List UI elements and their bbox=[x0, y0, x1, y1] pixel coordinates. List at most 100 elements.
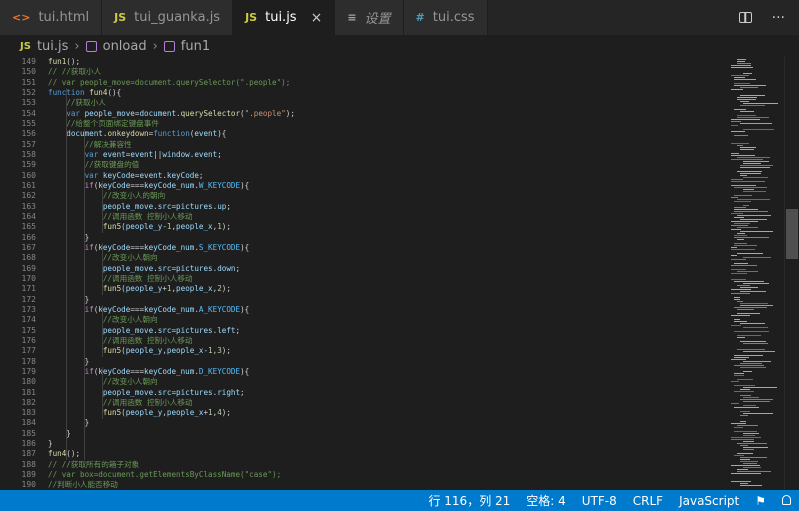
code-line[interactable]: //获取键盘的值 bbox=[48, 160, 724, 170]
tab-4[interactable]: # tui.css bbox=[403, 0, 488, 35]
code-line[interactable]: if(keyCode===keyCode_num.A_KEYCODE){ bbox=[48, 305, 724, 315]
end-of-line[interactable]: CRLF bbox=[633, 494, 663, 508]
minimap-line bbox=[734, 427, 743, 428]
code-line[interactable]: //调用函数 控制小人移动 bbox=[48, 336, 724, 346]
code-line[interactable]: var keyCode=event.keyCode; bbox=[48, 171, 724, 181]
feedback-icon[interactable]: ⚑ bbox=[755, 494, 766, 508]
code-line[interactable]: } bbox=[48, 418, 724, 428]
code-line[interactable]: people_move.src=pictures.right; bbox=[48, 388, 724, 398]
code-token: || bbox=[153, 149, 163, 159]
code-line[interactable]: //调用函数 控制小人移动 bbox=[48, 274, 724, 284]
split-editor-icon[interactable] bbox=[738, 12, 752, 23]
notifications-bell-icon[interactable] bbox=[782, 494, 791, 508]
code-line[interactable]: people_move.src=pictures.up; bbox=[48, 202, 724, 212]
code-token: onkeydown bbox=[107, 129, 149, 139]
code-token: } bbox=[48, 428, 71, 438]
minimap-line bbox=[731, 221, 758, 222]
code-line[interactable]: var event=event||window.event; bbox=[48, 150, 724, 160]
code-line[interactable]: if(keyCode===keyCode_num.D_KEYCODE){ bbox=[48, 367, 724, 377]
line-number: 150 bbox=[21, 67, 36, 77]
minimap-line bbox=[737, 335, 761, 336]
minimap[interactable] bbox=[727, 57, 785, 490]
code-token: D_KEYCODE bbox=[198, 366, 241, 376]
code-line[interactable]: function fun4(){ bbox=[48, 88, 724, 98]
scrollbar-thumb[interactable] bbox=[786, 209, 798, 259]
code-line[interactable]: var people_move=document.querySelector("… bbox=[48, 109, 724, 119]
cursor-position[interactable]: 行 116，列 21 bbox=[428, 492, 510, 509]
code-token: ); bbox=[285, 108, 295, 118]
minimap-line bbox=[734, 321, 747, 322]
code-token: people_y bbox=[125, 222, 163, 232]
css-file-icon: # bbox=[415, 11, 425, 24]
minimap-line bbox=[743, 447, 768, 448]
minimap-line bbox=[734, 83, 750, 84]
indentation-setting[interactable]: 空格: 4 bbox=[526, 492, 566, 509]
code-line[interactable]: people_move.src=pictures.down; bbox=[48, 264, 724, 274]
line-number: 172 bbox=[21, 294, 36, 304]
minimap-line bbox=[734, 243, 747, 244]
minimap-line bbox=[743, 371, 752, 372]
file-encoding[interactable]: UTF-8 bbox=[582, 494, 617, 508]
tab-0[interactable]: <> tui.html bbox=[0, 0, 103, 35]
minimap-line bbox=[734, 223, 750, 224]
code-token: people_move bbox=[48, 387, 154, 397]
code-line[interactable]: } bbox=[48, 357, 724, 367]
vertical-scrollbar[interactable] bbox=[784, 57, 799, 490]
breadcrumb-onload[interactable]: onload bbox=[103, 39, 147, 54]
code-line[interactable]: if(keyCode===keyCode_num.S_KEYCODE){ bbox=[48, 243, 724, 253]
code-line[interactable]: } bbox=[48, 439, 724, 449]
breadcrumb-fun1[interactable]: fun1 bbox=[181, 39, 210, 54]
more-actions-icon[interactable]: ··· bbox=[772, 10, 785, 26]
code-line[interactable]: //改变小人朝向 bbox=[48, 253, 724, 263]
code-line[interactable]: fun1(); bbox=[48, 57, 724, 67]
code-line[interactable]: //给整个页面绑定键盘事件 bbox=[48, 119, 724, 129]
minimap-line bbox=[734, 217, 744, 218]
line-number: 183 bbox=[21, 408, 36, 418]
code-line[interactable]: fun5(people_y-1,people_x,1); bbox=[48, 222, 724, 232]
language-mode[interactable]: JavaScript bbox=[679, 494, 739, 508]
breadcrumb-file[interactable]: tui.js bbox=[37, 39, 68, 54]
minimap-line bbox=[737, 97, 757, 98]
code-line[interactable]: if(keyCode===keyCode_num.W_KEYCODE){ bbox=[48, 181, 724, 191]
code-line[interactable]: document.onkeydown=function(event){ bbox=[48, 129, 724, 139]
line-number: 189 bbox=[21, 470, 36, 480]
code-line[interactable]: } bbox=[48, 233, 724, 243]
line-number: 165 bbox=[21, 222, 36, 232]
tab-2[interactable]: JS tui.js × bbox=[233, 0, 336, 35]
code-line[interactable]: fun5(people_y,people_x-1,3); bbox=[48, 346, 724, 356]
code-line[interactable]: //调用函数 控制小人移动 bbox=[48, 212, 724, 222]
minimap-line bbox=[740, 123, 772, 124]
tab-1[interactable]: JS tui_guanka.js bbox=[102, 0, 234, 35]
code-line[interactable]: people_move.src=pictures.left; bbox=[48, 326, 724, 336]
minimap-line bbox=[731, 75, 749, 76]
code-line[interactable]: // var people_move=document.querySelecto… bbox=[48, 78, 724, 88]
code-line[interactable]: //解决兼容性 bbox=[48, 140, 724, 150]
minimap-line bbox=[737, 227, 758, 228]
minimap-line bbox=[743, 73, 752, 74]
code-line[interactable]: //判断小人能否移动 bbox=[48, 480, 724, 490]
tab-3[interactable]: ≡ 设置 bbox=[335, 0, 404, 35]
minimap-line bbox=[737, 145, 743, 146]
minimap-line bbox=[734, 195, 752, 196]
code-line[interactable]: //调用函数 控制小人移动 bbox=[48, 398, 724, 408]
code-line[interactable]: // //获取所有的箱子对象 bbox=[48, 460, 724, 470]
minimap-line bbox=[737, 379, 753, 380]
code-line[interactable]: fun4(); bbox=[48, 449, 724, 459]
code-token: ); bbox=[221, 284, 231, 294]
code-line[interactable]: fun5(people_y,people_x+1,4); bbox=[48, 408, 724, 418]
code-line[interactable]: } bbox=[48, 295, 724, 305]
close-icon[interactable]: × bbox=[311, 10, 323, 26]
code-line[interactable]: fun5(people_y+1,people_x,2); bbox=[48, 284, 724, 294]
code-line[interactable]: // //获取小人 bbox=[48, 67, 724, 77]
code-line[interactable]: //改变小人朝向 bbox=[48, 377, 724, 387]
code-area[interactable]: fun1();// //获取小人// var people_move=docum… bbox=[48, 57, 724, 490]
minimap-line bbox=[743, 433, 759, 434]
code-editor[interactable]: 149 150 151 152 153 154 155 156 157 158 159 160 161 1… bbox=[0, 57, 799, 490]
code-line[interactable]: // var box=document.getElementsByClassNa… bbox=[48, 470, 724, 480]
code-line[interactable]: //改变小人的朝向 bbox=[48, 191, 724, 201]
code-line[interactable]: } bbox=[48, 429, 724, 439]
code-token: if bbox=[48, 180, 94, 190]
code-line[interactable]: //改变小人朝向 bbox=[48, 315, 724, 325]
code-line[interactable]: //获取小人 bbox=[48, 98, 724, 108]
code-token: (); bbox=[66, 449, 81, 459]
